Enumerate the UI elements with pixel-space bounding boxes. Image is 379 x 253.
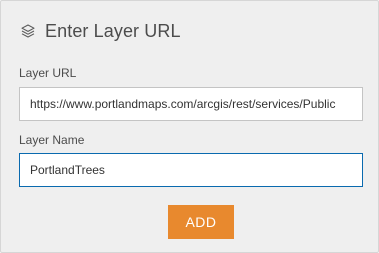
- layers-icon: [20, 23, 36, 39]
- panel-title: Enter Layer URL: [45, 20, 181, 41]
- add-button[interactable]: ADD: [168, 205, 234, 239]
- layer-url-label: Layer URL: [19, 66, 77, 80]
- layer-name-label: Layer Name: [19, 133, 85, 147]
- layer-url-input[interactable]: [19, 87, 363, 121]
- layer-name-input[interactable]: [19, 153, 363, 187]
- enter-layer-url-panel: Enter Layer URL Layer URL Layer Name ADD: [0, 0, 379, 253]
- panel-header: Enter Layer URL: [20, 19, 181, 43]
